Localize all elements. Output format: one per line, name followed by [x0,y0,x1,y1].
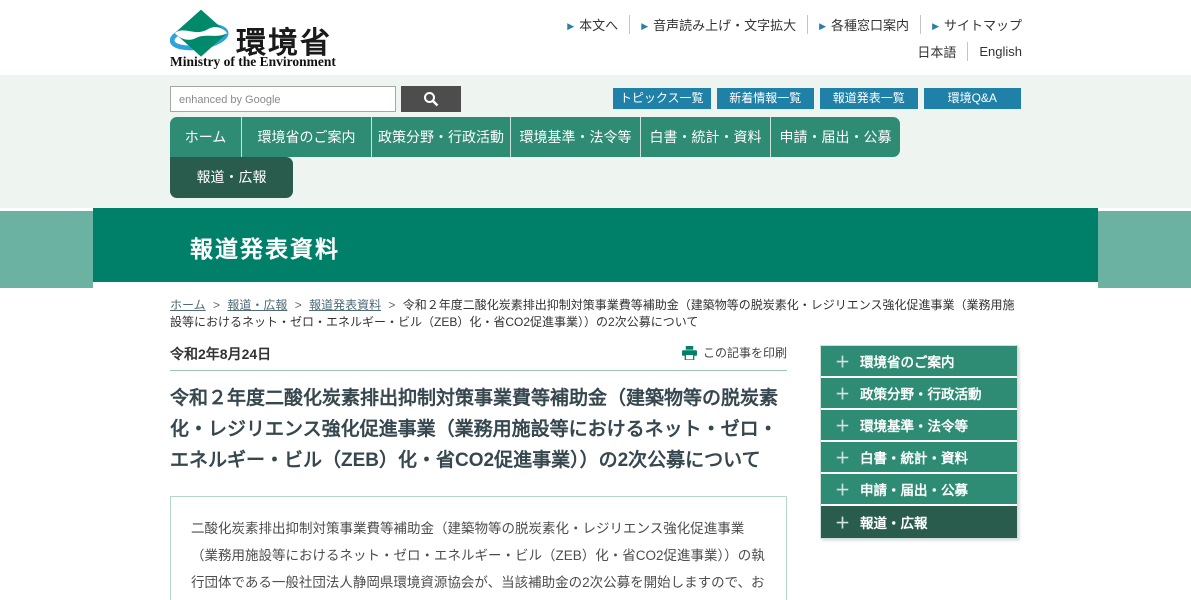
nav-item[interactable]: 白書・統計・資料 [641,117,771,157]
nav-item[interactable]: ホーム [170,117,242,157]
breadcrumb-separator: > [295,298,302,312]
print-link-label: この記事を印刷 [703,344,787,361]
search-input[interactable] [170,86,396,112]
article-date: 令和2年8月24日 [170,344,271,364]
utility-link[interactable]: ▶サイトマップ [921,15,1022,34]
nav-item[interactable]: 政策分野・行政活動 [372,117,511,157]
sidebar-menu: ＋ 環境省のご案内 ＋ 政策分野・行政活動 ＋ 環境基準・法令等 ＋ 白書・統計… [820,345,1018,539]
quick-buttons: トピックス一覧新着情報一覧報道発表一覧環境Q&A [613,88,1021,109]
page-title-banner: 報道発表資料 [0,208,1191,285]
sidebar-item[interactable]: ＋ 環境省のご案内 [821,346,1017,378]
nav-item[interactable]: 申請・届出・公募 [771,117,900,157]
utility-link[interactable]: ▶音声読み上げ・文字拡大 [630,15,808,34]
language-link[interactable]: English [968,44,1022,59]
search-icon [423,91,439,107]
sidebar-item-label: 白書・統計・資料 [860,447,968,467]
article-title: 令和２年度二酸化炭素排出抑制対策事業費等補助金（建築物等の脱炭素化・レジリエンス… [170,383,787,476]
utility-link[interactable]: ▶本文へ [556,15,630,34]
banner-right-accent [1098,211,1191,288]
nav-item[interactable]: 環境省のご案内 [242,117,372,157]
utility-links: ▶本文へ▶音声読み上げ・文字拡大▶各種窓口案内▶サイトマップ [556,15,1022,34]
sidebar-item[interactable]: ＋ 環境基準・法令等 [821,410,1017,442]
sidebar-item[interactable]: ＋ 報道・広報 [821,506,1017,538]
sidebar-item[interactable]: ＋ 申請・届出・公募 [821,474,1017,506]
print-link[interactable]: この記事を印刷 [682,344,787,361]
language-link[interactable]: 日本語 [906,42,968,61]
plus-icon: ＋ [835,415,850,436]
sidebar-item-label: 環境省のご案内 [860,351,955,371]
language-switcher: 日本語English [906,42,1022,61]
breadcrumb-link-home[interactable]: ホーム [170,298,206,312]
nav-item[interactable]: 環境基準・法令等 [511,117,641,157]
search-button[interactable] [401,86,461,112]
plus-icon: ＋ [835,447,850,468]
sidebar-item[interactable]: ＋ 白書・統計・資料 [821,442,1017,474]
plus-icon: ＋ [835,383,850,404]
nav-tab-press-active[interactable]: 報道・広報 [170,157,293,198]
breadcrumb-separator: > [388,298,395,312]
utility-link[interactable]: ▶各種窓口案内 [808,15,921,34]
triangle-right-icon: ▶ [641,21,648,31]
summary-text: 二酸化炭素排出抑制対策事業費等補助金（建築物等の脱炭素化・レジリエンス強化促進事… [191,515,766,600]
quick-button[interactable]: 報道発表一覧 [820,88,918,109]
quick-button[interactable]: トピックス一覧 [613,88,711,109]
sidebar-item-label: 申請・届出・公募 [860,479,968,499]
plus-icon: ＋ [835,512,850,533]
summary-box: 二酸化炭素排出抑制対策事業費等補助金（建築物等の脱炭素化・レジリエンス強化促進事… [170,496,787,600]
triangle-right-icon: ▶ [567,21,574,31]
article-meta: 令和2年8月24日 この記事を印刷 [170,340,787,364]
page-title: 報道発表資料 [190,230,340,264]
banner-left-accent [0,211,93,288]
breadcrumb-link-release[interactable]: 報道発表資料 [309,298,381,312]
plus-icon: ＋ [835,351,850,372]
site-header: 環境省 Ministry of the Environment ▶本文へ▶音声読… [0,0,1191,75]
ministry-logo-subtitle: Ministry of the Environment [170,54,400,70]
breadcrumb-separator: > [213,298,220,312]
breadcrumb: ホーム > 報道・広報 > 報道発表資料 > 令和２年度二酸化炭素排出抑制対策事… [170,297,1018,331]
quick-button[interactable]: 新着情報一覧 [717,88,815,109]
page: 環境省 Ministry of the Environment ▶本文へ▶音声読… [0,0,1191,600]
main-nav: ホーム環境省のご案内政策分野・行政活動環境基準・法令等白書・統計・資料申請・届出… [170,117,900,157]
triangle-right-icon: ▶ [819,21,826,31]
triangle-right-icon: ▶ [932,21,939,31]
sidebar-item-label: 環境基準・法令等 [860,415,968,435]
divider [170,370,787,371]
sidebar-item[interactable]: ＋ 政策分野・行政活動 [821,378,1017,410]
printer-icon [682,346,697,360]
article: 令和2年8月24日 この記事を印刷 令和２年度二酸化炭素排出抑制対策事業費等補助… [170,340,787,600]
plus-icon: ＋ [835,479,850,500]
breadcrumb-link-press[interactable]: 報道・広報 [227,298,287,312]
quick-button[interactable]: 環境Q&A [924,88,1022,109]
sidebar-item-label: 報道・広報 [860,512,928,532]
search-nav-band: トピックス一覧新着情報一覧報道発表一覧環境Q&A ホーム環境省のご案内政策分野・… [0,75,1191,208]
sidebar-item-label: 政策分野・行政活動 [860,383,982,403]
